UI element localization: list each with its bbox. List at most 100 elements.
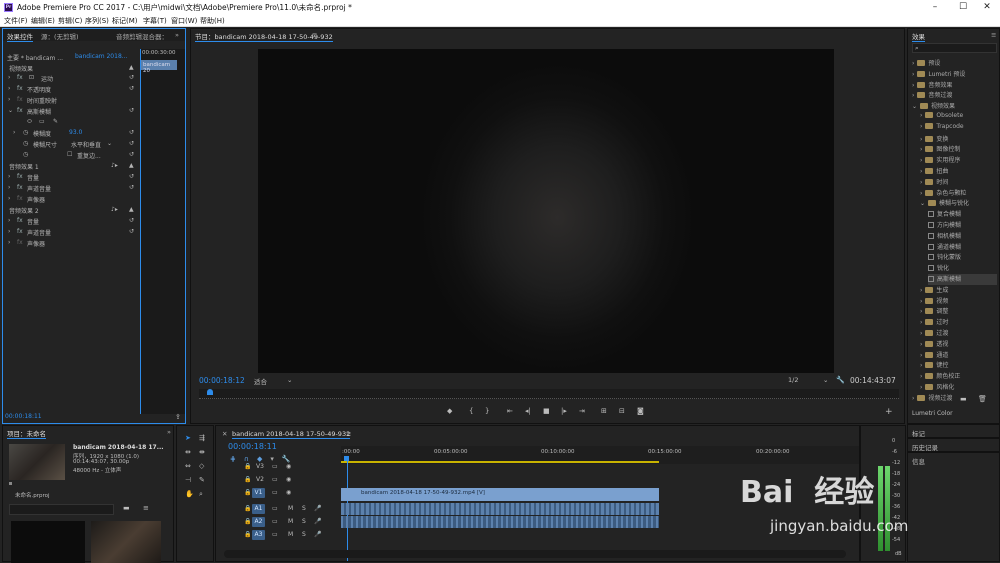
menu-icon[interactable]: ≡ [143,504,149,512]
effects-tree-item[interactable]: › 视频 [920,296,948,307]
effect-row-volume-2[interactable]: › fx 音量 ↺ [3,215,139,226]
video-frame[interactable] [258,49,834,373]
collapse-icon[interactable]: ▲ [129,64,134,71]
ec-playhead[interactable] [140,49,141,414]
effect-row-motion[interactable]: › fx ⊡ 运动 ↺ [3,72,139,83]
lumetri-color-tab[interactable]: Lumetri Color [912,410,953,417]
fx-icon[interactable]: fx [17,107,23,114]
dimension-select[interactable]: 水平和垂直 [71,140,101,149]
effects-tree-item[interactable]: › 键控 [920,360,948,371]
expand-icon[interactable]: › [912,82,914,89]
track-a1[interactable]: A1 [252,504,265,514]
mute-button[interactable]: M [288,505,293,512]
markers-tab[interactable]: 标记 [912,428,925,438]
menu-icon[interactable]: ≡ [312,31,317,39]
effects-tree-item[interactable]: › 实用程序 [920,155,960,166]
effect-row-time-remap[interactable]: › fx 时间重映射 [3,94,139,105]
effects-tree-item[interactable]: ⌄ 模糊与锐化 [920,198,969,209]
mute-button[interactable]: M [288,531,293,538]
expand-icon[interactable]: › [920,341,922,348]
zoom-icon[interactable]: ⌕ [199,490,203,499]
effects-tree-item[interactable]: 高斯模糊 [928,274,997,285]
effects-tree-item[interactable]: › 扭曲 [920,166,948,177]
track-v3[interactable]: V3 [256,463,264,470]
sequence-tab[interactable]: bandicam 2018-04-18 17-50-49-932 [232,430,351,439]
project-search-input[interactable] [9,504,114,515]
effects-tree-item[interactable]: › 颜色校正 [920,371,960,382]
expand-icon[interactable]: › [920,352,922,359]
solo-button[interactable]: S [302,518,306,525]
mic-icon[interactable]: 🎤 [314,505,321,512]
expand-icon[interactable]: › [912,71,914,78]
razor-icon[interactable]: ◇ [199,462,204,470]
new-bin-icon[interactable]: ▬ [960,395,967,403]
effects-tree-item[interactable]: › 音频过渡 [912,90,952,101]
expand-icon[interactable]: › [8,85,10,92]
reset-icon[interactable]: ↺ [129,228,134,235]
timeline-ruler[interactable]: :00:00 00:05:00:00 00:10:00:00 00:15:00:… [341,446,859,464]
effect-row-volume[interactable]: › fx 音量 ↺ [3,171,139,182]
chevron-down-icon[interactable]: ⌄ [107,140,112,147]
playhead-icon[interactable] [207,389,213,395]
extract-icon[interactable]: ⊟ [619,407,625,415]
audio-clip-a2[interactable] [341,516,659,528]
expand-icon[interactable]: › [920,362,922,369]
menu-title[interactable]: 字幕(T) [143,16,167,26]
export-icon[interactable]: ⇪ [175,413,181,421]
program-scrubber[interactable] [199,389,899,399]
fit-select[interactable]: 适合 [254,376,267,386]
video-clip[interactable]: bandicam 2018-04-18 17-50-49-932.mp4 [V] [341,488,659,501]
effect-row-panner-2[interactable]: › fx 声像器 [3,237,139,248]
ripple-edit-icon[interactable]: ⇹ [185,448,191,456]
reset-icon[interactable]: ↺ [129,184,134,191]
effects-tree-item[interactable]: › 时间 [920,177,948,188]
menu-window[interactable]: 窗口(W) [171,16,197,26]
rate-stretch-icon[interactable]: ⇔ [185,462,191,470]
mark-out-icon[interactable]: } [485,407,489,415]
reset-icon[interactable]: ↺ [129,85,134,92]
reset-icon[interactable]: ↺ [129,173,134,180]
fx-icon[interactable]: fx [17,184,23,191]
camera-icon[interactable]: ◙ [637,407,644,415]
lock-icon[interactable]: 🔒 [244,463,251,470]
lock-icon[interactable]: 🔒 [244,505,251,512]
expand-icon[interactable]: › [912,60,914,67]
effect-row-opacity[interactable]: › fx 不透明度 ↺ [3,83,139,94]
reset-icon[interactable]: ↺ [129,151,134,158]
stop-button[interactable]: ■ [543,407,550,415]
eye-icon[interactable]: ◉ [286,476,291,483]
effects-tree-item[interactable]: › Obsolete [920,112,963,123]
tab-source[interactable]: 源：(无剪辑) [41,31,79,41]
effects-tree-item[interactable]: 通道模糊 [928,242,961,253]
reset-icon[interactable]: ↺ [129,129,134,136]
sync-lock-icon[interactable]: ▭ [272,518,278,525]
expand-icon[interactable]: › [920,298,922,305]
sync-lock-icon[interactable]: ▭ [272,476,278,483]
sync-lock-icon[interactable]: ▭ [272,463,278,470]
menu-file[interactable]: 文件(F) [4,16,28,26]
fx-icon[interactable]: fx [17,85,23,92]
effects-tree-item[interactable]: › 杂色与颗粒 [920,188,966,199]
ec-mini-timeline[interactable]: 00:00:30:00 bandicam 20 [140,49,185,414]
effect-row-gaussian-blur[interactable]: ⌄ fx 高斯模糊 ↺ [3,105,139,116]
go-to-in-icon[interactable]: ⇤ [507,407,513,415]
expand-icon[interactable]: › [912,395,914,402]
expand-icon[interactable]: › [920,112,922,119]
effects-tree-item[interactable]: › 视频过渡 [912,393,952,404]
effects-tree-item[interactable]: › Lumetri 预设 [912,69,965,80]
expand-icon[interactable]: › [920,287,922,294]
reset-icon[interactable]: ↺ [129,74,134,81]
effects-tree-item[interactable]: 相机模糊 [928,231,961,242]
sequence-thumbnail[interactable] [11,521,85,563]
solo-button[interactable]: S [302,531,306,538]
effects-tree-item[interactable]: 锐化 [928,263,949,274]
menu-edit[interactable]: 编辑(E) [31,16,55,26]
expand-icon[interactable]: › [8,228,10,235]
pen-icon[interactable]: ✎ [199,476,205,484]
effects-tree-item[interactable]: › 过时 [920,317,948,328]
master-label[interactable]: 主要 * bandicam ... [7,53,63,62]
effects-tree-item[interactable]: › 图像控制 [920,144,960,155]
history-tab[interactable]: 历史记录 [912,442,938,452]
selection-tool-icon[interactable]: ➤ [185,434,191,442]
chevron-down-icon[interactable]: ⌄ [823,376,828,384]
